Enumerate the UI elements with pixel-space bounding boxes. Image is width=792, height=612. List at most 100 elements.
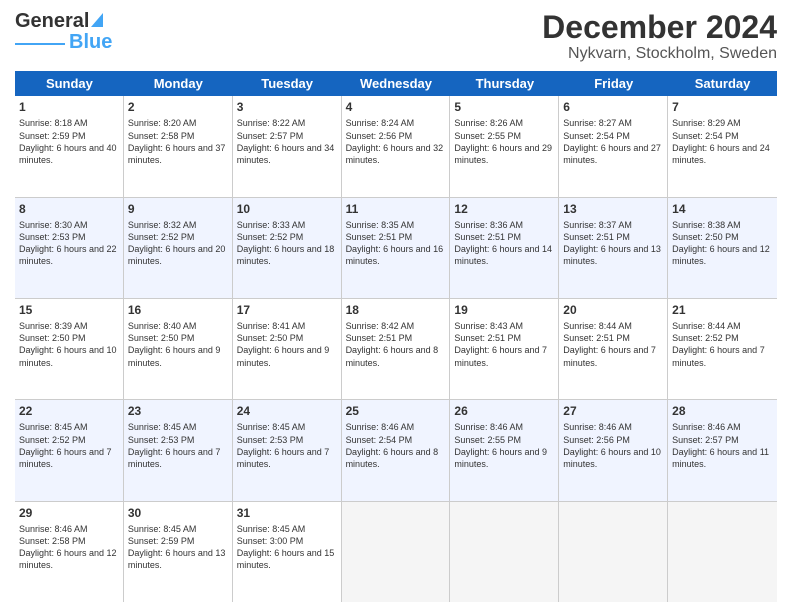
sunset: Sunset: 2:58 PM [19,536,86,546]
sunrise: Sunrise: 8:45 AM [128,524,197,534]
calendar-header: SundayMondayTuesdayWednesdayThursdayFrid… [15,71,777,96]
sunset: Sunset: 2:58 PM [128,131,195,141]
sunrise: Sunrise: 8:46 AM [19,524,88,534]
month-title: December 2024 [542,10,777,45]
daylight: Daylight: 6 hours and 8 minutes. [346,447,439,469]
daylight: Daylight: 6 hours and 7 minutes. [237,447,330,469]
day-cell-2: 2Sunrise: 8:20 AMSunset: 2:58 PMDaylight… [124,96,233,196]
sunrise: Sunrise: 8:45 AM [237,524,306,534]
day-number: 14 [672,201,773,217]
day-cell-29: 29Sunrise: 8:46 AMSunset: 2:58 PMDayligh… [15,502,124,602]
day-header-wednesday: Wednesday [342,71,451,96]
sunrise: Sunrise: 8:20 AM [128,118,197,128]
sunset: Sunset: 2:55 PM [454,435,521,445]
day-cell-25: 25Sunrise: 8:46 AMSunset: 2:54 PMDayligh… [342,400,451,500]
sunrise: Sunrise: 8:40 AM [128,321,197,331]
daylight: Daylight: 6 hours and 14 minutes. [454,244,552,266]
day-number: 25 [346,403,446,419]
day-number: 26 [454,403,554,419]
location: Nykvarn, Stockholm, Sweden [542,45,777,63]
daylight: Daylight: 6 hours and 11 minutes. [672,447,769,469]
day-number: 5 [454,99,554,115]
day-cell-14: 14 Sunrise: 8:38 AM Sunset: 2:50 PM Dayligh… [668,198,777,298]
sunrise: Sunrise: 8:29 AM [672,118,741,128]
sunrise: Sunrise: 8:18 AM [19,118,88,128]
daylight: Daylight: 6 hours and 13 minutes. [563,244,661,266]
sunrise: Sunrise: 8:45 AM [237,422,306,432]
sunrise: Sunrise: 8:46 AM [563,422,632,432]
sunset: Sunset: 2:57 PM [672,435,739,445]
day-cell-5: 5Sunrise: 8:26 AMSunset: 2:55 PMDaylight… [450,96,559,196]
empty-cell [559,502,668,602]
day-number: 17 [237,302,337,318]
day-number: 10 [237,201,337,217]
sunrise: Sunrise: 8:26 AM [454,118,523,128]
page: General Blue December 2024 Nykvarn, Stoc… [0,0,792,612]
day-cell-31: 31Sunrise: 8:45 AMSunset: 3:00 PMDayligh… [233,502,342,602]
sunset: Sunset: 2:50 PM [672,232,739,242]
sunset: Sunset: 2:54 PM [672,131,739,141]
day-cell-19: 19Sunrise: 8:43 AMSunset: 2:51 PMDayligh… [450,299,559,399]
day-number: 24 [237,403,337,419]
daylight: Daylight: 6 hours and 40 minutes. [19,143,117,165]
sunrise: Sunrise: 8:35 AM [346,220,415,230]
day-cell-6: 6Sunrise: 8:27 AMSunset: 2:54 PMDaylight… [559,96,668,196]
day-number: 21 [672,302,773,318]
daylight: Daylight: 6 hours and 22 minutes. [19,244,117,266]
day-cell-8: 8Sunrise: 8:30 AMSunset: 2:53 PMDaylight… [15,198,124,298]
day-cell-16: 16Sunrise: 8:40 AMSunset: 2:50 PMDayligh… [124,299,233,399]
day-header-sunday: Sunday [15,71,124,96]
sunset: Sunset: 2:51 PM [454,232,521,242]
day-number: 9 [128,201,228,217]
week-row-5: 29 Sunrise: 8:46 AM Sunset: 2:58 PM Dayligh… [15,502,777,602]
daylight: Daylight: 6 hours and 20 minutes. [128,244,226,266]
daylight: Daylight: 6 hours and 10 minutes. [19,345,117,367]
sunrise: Sunrise: 8:27 AM [563,118,632,128]
day-cell-21: 21Sunrise: 8:44 AMSunset: 2:52 PMDayligh… [668,299,777,399]
day-cell-20: 20Sunrise: 8:44 AMSunset: 2:51 PMDayligh… [559,299,668,399]
sunset: Sunset: 2:51 PM [563,232,630,242]
day-cell-24: 24Sunrise: 8:45 AMSunset: 2:53 PMDayligh… [233,400,342,500]
day-number: 29 [19,505,119,521]
day-cell-9: 9Sunrise: 8:32 AMSunset: 2:52 PMDaylight… [124,198,233,298]
day-cell-28: 28Sunrise: 8:46 AMSunset: 2:57 PMDayligh… [668,400,777,500]
empty-cell [342,502,451,602]
sunset: Sunset: 2:52 PM [672,333,739,343]
day-number: 20 [563,302,663,318]
day-cell-11: 11Sunrise: 8:35 AMSunset: 2:51 PMDayligh… [342,198,451,298]
day-number: 23 [128,403,228,419]
day-header-tuesday: Tuesday [233,71,342,96]
week-row-4: 22Sunrise: 8:45 AMSunset: 2:52 PMDayligh… [15,400,777,501]
daylight: Daylight: 6 hours and 7 minutes. [454,345,547,367]
day-cell-22: 22Sunrise: 8:45 AMSunset: 2:52 PMDayligh… [15,400,124,500]
daylight: Daylight: 6 hours and 7 minutes. [128,447,221,469]
day-number: 8 [19,201,119,217]
day-cell-7: 7Sunrise: 8:29 AMSunset: 2:54 PMDaylight… [668,96,777,196]
daylight: Daylight: 6 hours and 12 minutes. [672,244,770,266]
day-number: 1 [19,99,119,115]
logo-blue: Blue [69,31,112,54]
sunrise: Sunrise: 8:38 AM [672,220,741,230]
day-cell-17: 17Sunrise: 8:41 AMSunset: 2:50 PMDayligh… [233,299,342,399]
sunset: Sunset: 2:50 PM [19,333,86,343]
logo-triangle-icon [91,13,103,27]
sunset: Sunset: 2:51 PM [346,232,413,242]
day-header-friday: Friday [559,71,668,96]
day-header-thursday: Thursday [450,71,559,96]
day-number: 3 [237,99,337,115]
daylight: Daylight: 6 hours and 32 minutes. [346,143,444,165]
day-number: 15 [19,302,119,318]
daylight: Daylight: 6 hours and 9 minutes. [128,345,221,367]
daylight: Daylight: 6 hours and 13 minutes. [128,548,226,570]
day-number: 22 [19,403,119,419]
day-number: 11 [346,201,446,217]
day-cell-13: 13Sunrise: 8:37 AMSunset: 2:51 PMDayligh… [559,198,668,298]
logo-line [15,43,65,45]
sunset: Sunset: 2:59 PM [128,536,195,546]
day-number: 30 [128,505,228,521]
sunrise: Sunrise: 8:45 AM [19,422,88,432]
sunset: Sunset: 2:50 PM [237,333,304,343]
daylight: Daylight: 6 hours and 9 minutes. [454,447,547,469]
daylight: Daylight: 6 hours and 7 minutes. [19,447,112,469]
sunrise: Sunrise: 8:22 AM [237,118,306,128]
